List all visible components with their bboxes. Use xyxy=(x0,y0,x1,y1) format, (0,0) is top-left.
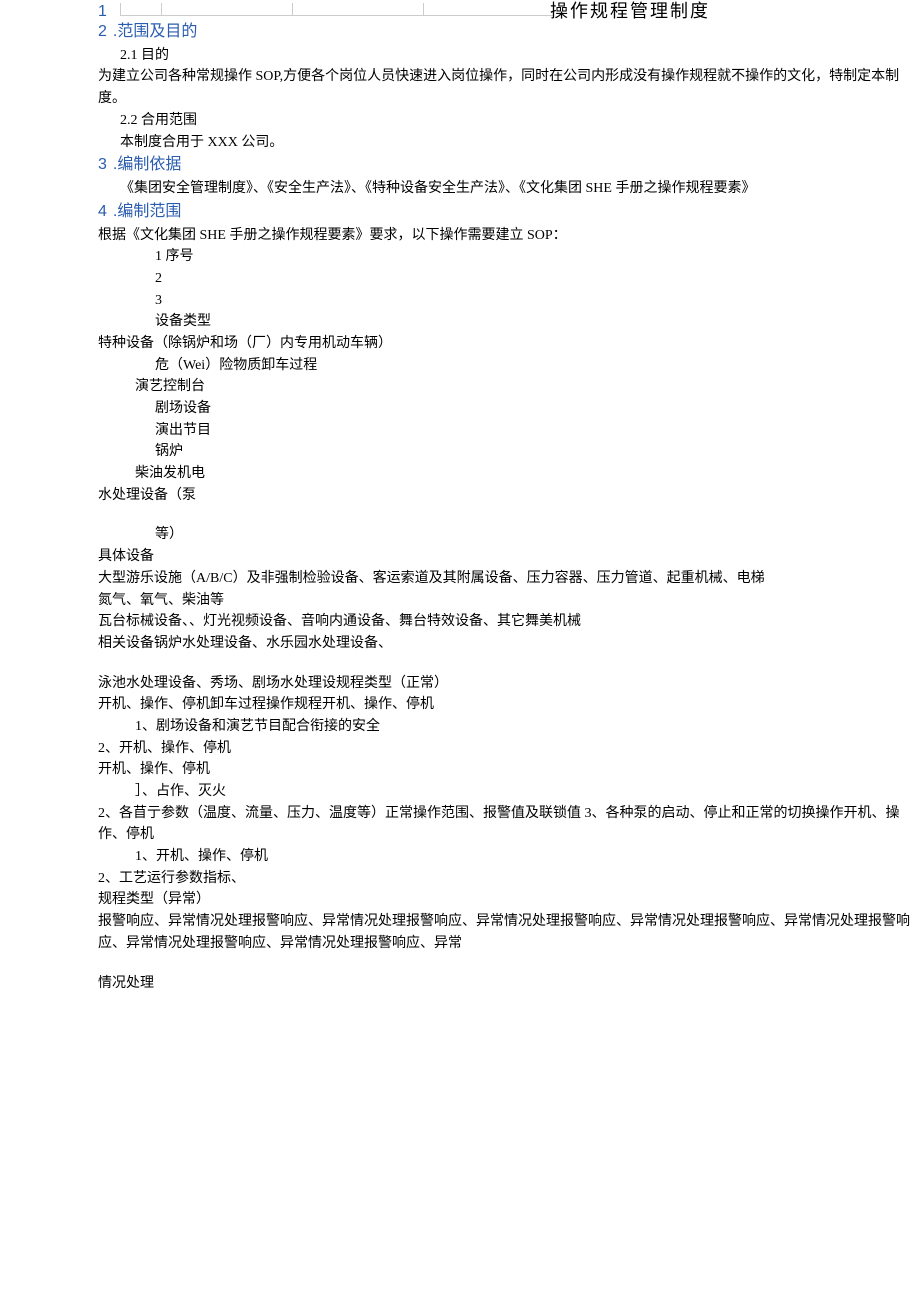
s2-p4: 本制度合用于 XXX 公司。 xyxy=(10,132,910,154)
s4-l8: 水处理设备（泵 xyxy=(10,485,910,507)
section-2-heading: 2.范围及目的 xyxy=(10,20,910,45)
s4-l3: 演艺控制台 xyxy=(10,376,910,398)
s4-b2: 大型游乐设施（A/B/C）及非强制检验设备、客运索道及其附属设备、压力容器、压力… xyxy=(10,568,910,590)
s2-p1: 2.1 目的 xyxy=(10,45,910,67)
s4-l7: 柴油发机电 xyxy=(10,463,910,485)
s4-c6: 2、各苜亍参数（温度、流量、压力、温度等）正常操作范围、报警值及联锁值 3、各种… xyxy=(10,803,910,846)
s4-n2: 2 xyxy=(10,268,910,290)
s4-b3: 氮气、氧气、柴油等 xyxy=(10,590,910,612)
s4-l9: 等） xyxy=(10,524,910,546)
s4-d3: 情况处理 xyxy=(10,973,910,995)
s4-b4: 瓦台标械设备、、灯光视频设备、音响内通设备、舞台特效设备、其它舞美机械 xyxy=(10,611,910,633)
s4-d1: 规程类型（异常） xyxy=(10,889,910,911)
s4-c4: 开机、操作、停机 xyxy=(10,759,910,781)
s4-l4: 剧场设备 xyxy=(10,398,910,420)
s4-c8: 2、工艺运行参数指标、 xyxy=(10,868,910,890)
s3-p1: 《集团安全管理制度》、《安全生产法》、《特种设备安全生产法》、《文化集团 SHE… xyxy=(10,178,910,200)
title-grid xyxy=(120,3,554,16)
s4-l6: 锅炉 xyxy=(10,441,910,463)
title-number: 1 xyxy=(98,0,107,25)
s4-n4: 设备类型 xyxy=(10,311,910,333)
section-3-heading: 3.编制依据 xyxy=(10,153,910,178)
s4-c1: 开机、操作、停机卸车过程操作规程开机、操作、停机 xyxy=(10,694,910,716)
s2-p2: 为建立公司各种常规操作 SOP,方便各个岗位人员快速进入岗位操作，同时在公司内形… xyxy=(10,66,910,109)
s4-d2: 报警响应、异常情况处理报警响应、异常情况处理报警响应、异常情况处理报警响应、异常… xyxy=(10,911,910,954)
s4-n1: 1 序号 xyxy=(10,246,910,268)
s4-l2: 危（Wei）险物质卸车过程 xyxy=(10,355,910,377)
title-bar: 1 操作规程管理制度 xyxy=(10,0,910,20)
s4-l5: 演出节目 xyxy=(10,420,910,442)
s2-p3: 2.2 合用范围 xyxy=(10,110,910,132)
s4-b6: 泳池水处理设备、秀场、剧场水处理设规程类型（正常） xyxy=(10,673,910,695)
s4-l1: 特种设备（除锅炉和场（厂）内专用机动车辆） xyxy=(10,333,910,355)
s4-n3: 3 xyxy=(10,290,910,312)
section-4-heading: 4.编制范围 xyxy=(10,200,910,225)
s4-c2: 1、剧场设备和演艺节目配合衔接的安全 xyxy=(10,716,910,738)
s4-b5: 相关设备锅炉水处理设备、水乐园水处理设备、 xyxy=(10,633,910,655)
s4-c5: ］、占作、灭火 xyxy=(10,781,910,803)
page-title: 操作规程管理制度 xyxy=(550,0,710,26)
s4-p1: 根据《文化集团 SHE 手册之操作规程要素》要求，以下操作需要建立 SOP： xyxy=(10,225,910,247)
s4-c3: 2、开机、操作、停机 xyxy=(10,738,910,760)
s4-b1: 具体设备 xyxy=(10,546,910,568)
s4-c7: 1、开机、操作、停机 xyxy=(10,846,910,868)
